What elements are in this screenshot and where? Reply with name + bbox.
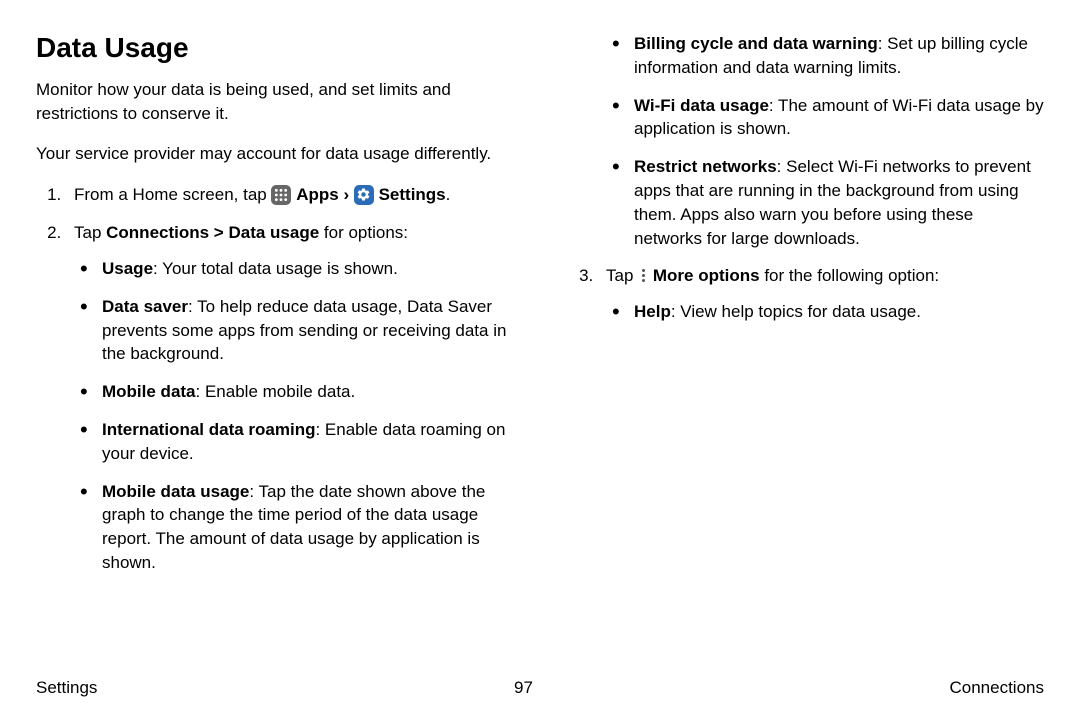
step-2-suffix: for options: — [319, 223, 408, 242]
list-item: Wi-Fi data usage: The amount of Wi-Fi da… — [630, 94, 1044, 142]
bullet-label: Billing cycle and data warning — [634, 34, 878, 53]
step-3-suffix: for the following option: — [760, 266, 940, 285]
more-options-label: More options — [653, 266, 760, 285]
step-3: Tap More options for the following optio… — [598, 264, 1044, 324]
apps-label: Apps — [296, 185, 343, 204]
list-item: International data roaming: Enable data … — [98, 418, 512, 466]
list-item: Data saver: To help reduce data usage, D… — [98, 295, 512, 366]
bullet-label: Mobile data usage — [102, 482, 249, 501]
bullet-label: Mobile data — [102, 382, 196, 401]
step-2-prefix: Tap — [74, 223, 106, 242]
list-item: Mobile data: Enable mobile data. — [98, 380, 512, 404]
bullet-label: Wi-Fi data usage — [634, 96, 769, 115]
step-1-prefix: From a Home screen, tap — [74, 185, 271, 204]
step-3-bullets: Help: View help topics for data usage. — [606, 300, 1044, 324]
intro-text-1: Monitor how your data is being used, and… — [36, 78, 512, 126]
list-item: Billing cycle and data warning: Set up b… — [630, 32, 1044, 80]
footer-left: Settings — [36, 678, 97, 698]
page-title: Data Usage — [36, 32, 512, 64]
list-item: Usage: Your total data usage is shown. — [98, 257, 512, 281]
bullet-label: Data saver — [102, 297, 188, 316]
settings-label: Settings — [379, 185, 446, 204]
bullet-label: Usage — [102, 259, 153, 278]
bullet-desc: : View help topics for data usage. — [671, 302, 921, 321]
footer-page-number: 97 — [514, 678, 533, 698]
step-3-prefix: Tap — [606, 266, 638, 285]
list-item: Restrict networks: Select Wi-Fi networks… — [630, 155, 1044, 250]
bullet-desc: : Enable mobile data. — [196, 382, 356, 401]
more-options-icon — [638, 267, 648, 285]
list-item: Mobile data usage: Tap the date shown ab… — [98, 480, 512, 575]
step-1-suffix: . — [446, 185, 451, 204]
apps-icon — [271, 185, 291, 205]
chevron-right-icon: › — [343, 185, 349, 204]
step-1: From a Home screen, tap Apps › Settings. — [66, 183, 512, 207]
list-item: Help: View help topics for data usage. — [630, 300, 1044, 324]
bullet-label: Restrict networks — [634, 157, 777, 176]
settings-gear-icon — [354, 185, 374, 205]
bullet-label: Help — [634, 302, 671, 321]
step-2-bold: Connections > Data usage — [106, 223, 319, 242]
bullet-label: International data roaming — [102, 420, 315, 439]
page-footer: Settings 97 Connections — [36, 678, 1044, 698]
intro-text-2: Your service provider may account for da… — [36, 142, 512, 166]
bullet-desc: : Your total data usage is shown. — [153, 259, 398, 278]
footer-right: Connections — [949, 678, 1044, 698]
